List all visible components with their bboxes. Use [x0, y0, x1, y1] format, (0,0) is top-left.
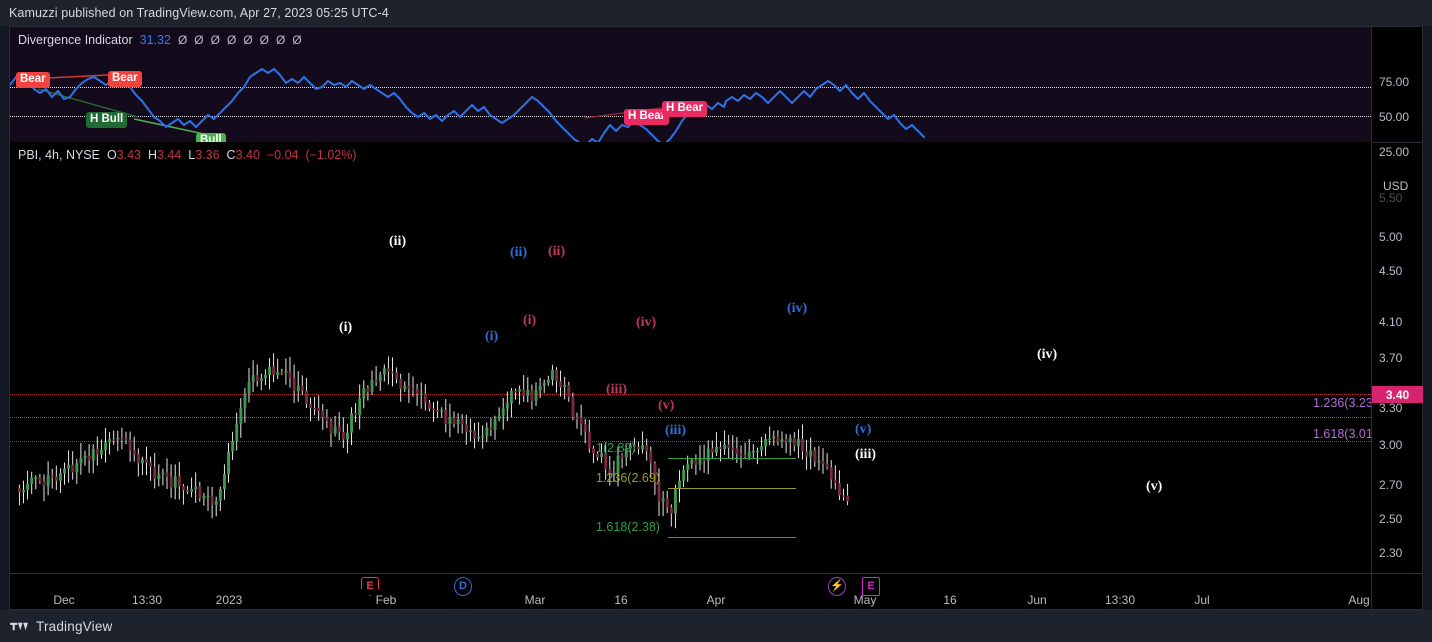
price-tick-410: 4.10	[1379, 315, 1403, 329]
left-edge-strip	[0, 26, 9, 610]
fib-label-left-2: 1.618(2.38)	[596, 520, 660, 534]
time-tick-8: 16	[943, 593, 957, 607]
fib-label-right-0: 1.236(3.23)	[1313, 396, 1371, 410]
price-tick-550: 5.50	[1379, 191, 1403, 205]
wave-label-10[interactable]: (iv)	[787, 301, 807, 317]
fib-line-left-2[interactable]	[668, 537, 796, 538]
wave-label-4[interactable]: (i)	[523, 313, 536, 329]
price-legend: PBI, 4h, NYSE O3.43 H3.44 L3.36 C3.40 −0…	[18, 148, 357, 162]
scale-divider	[1372, 142, 1423, 143]
time-tick-12: Aug	[1348, 593, 1370, 607]
candlestick-series	[18, 353, 850, 529]
indicator-value: 31.32	[139, 33, 171, 47]
price-tick-250: 2.50	[1379, 512, 1403, 526]
wave-label-13[interactable]: (iv)	[1037, 347, 1057, 363]
time-tick-9: Jun	[1027, 593, 1047, 607]
wave-label-2[interactable]: (i)	[485, 329, 498, 345]
time-tick-2: 2023	[215, 593, 243, 607]
divergence-tag-bear-1[interactable]: Bear	[108, 71, 142, 87]
divergence-tag-hbull-2[interactable]: H Bull	[86, 112, 128, 128]
event-marker-D-1[interactable]: D	[454, 577, 472, 596]
tradingview-logo-icon	[10, 622, 28, 630]
wave-label-11[interactable]: (v)	[855, 422, 871, 438]
event-marker-E-3[interactable]: E	[862, 577, 880, 596]
time-tick-11: Jul	[1194, 593, 1210, 607]
price-tick-270: 2.70	[1379, 478, 1403, 492]
wave-label-3[interactable]: (ii)	[510, 245, 527, 261]
time-tick-4: Mar	[524, 593, 546, 607]
wave-label-14[interactable]: (v)	[1146, 479, 1162, 495]
ohlc-close-label: C	[226, 148, 236, 162]
indicator-slot-6: Ø	[276, 33, 286, 47]
price-tick-300: 3.00	[1379, 438, 1403, 452]
price-tick-230: 2.30	[1379, 546, 1403, 560]
ohlc-high-label: H	[147, 148, 157, 162]
change-value: −0.04	[266, 148, 299, 162]
indicator-slot-4: Ø	[243, 33, 253, 47]
wave-label-1[interactable]: (ii)	[389, 234, 406, 250]
indicator-tick-75: 75.00	[1379, 75, 1410, 89]
publish-text: Kamuzzi published on TradingView.com, Ap…	[9, 6, 389, 20]
symbol-label: PBI, 4h, NYSE	[18, 148, 100, 162]
indicator-slot-3: Ø	[226, 33, 237, 47]
change-percent: (−1.02%)	[305, 148, 357, 162]
fib-label-left-0: 1(2.89)	[596, 441, 636, 455]
price-tick-330: 3.30	[1379, 401, 1403, 415]
wave-label-0[interactable]: (i)	[339, 320, 352, 336]
indicator-tick-50: 50.00	[1379, 110, 1410, 124]
time-scale-divider	[1371, 574, 1372, 610]
time-scale[interactable]: Dec 13:30 2023 Feb Mar 16 Apr May 16 Jun 13:30 Jul A…	[10, 573, 1422, 610]
indicator-slot-7: Ø	[292, 33, 302, 47]
price-tick-450: 4.50	[1379, 264, 1403, 278]
event-marker-E-0[interactable]: E	[361, 577, 379, 596]
fib-label-left-1: 1.236(2.69)	[596, 471, 660, 485]
publish-bar: Kamuzzi published on TradingView.com, Ap…	[0, 0, 1432, 26]
wave-label-6[interactable]: (iii)	[606, 382, 627, 398]
indicator-tick-25: 25.00	[1379, 145, 1410, 159]
event-marker-bolt-2[interactable]: ⚡	[828, 577, 846, 596]
price-scale[interactable]: 75.00 50.00 25.00 USD 5.50 5.00 4.50 4.1…	[1371, 27, 1423, 588]
fib-line-left-0[interactable]	[668, 458, 796, 459]
wave-label-9[interactable]: (iii)	[665, 423, 686, 439]
time-tick-6: Apr	[706, 593, 726, 607]
brand-label: TradingView	[36, 618, 113, 634]
indicator-legend: Divergence Indicator 31.32 Ø Ø Ø Ø Ø Ø Ø…	[18, 33, 302, 47]
indicator-title: Divergence Indicator	[18, 33, 133, 47]
fib-label-right-1: 1.618(3.01)	[1313, 427, 1371, 441]
wave-label-12[interactable]: (iii)	[855, 447, 876, 463]
wave-label-8[interactable]: (v)	[658, 398, 674, 414]
wave-label-5[interactable]: (ii)	[548, 244, 565, 260]
ohlc-open-label: O	[106, 148, 117, 162]
time-tick-1: 13:30	[131, 593, 163, 607]
divergence-tag-bull-3[interactable]: Bull	[196, 133, 226, 142]
indicator-pane[interactable]: Divergence Indicator 31.32 Ø Ø Ø Ø Ø Ø Ø…	[10, 27, 1371, 142]
ohlc-low-value: 3.36	[195, 148, 220, 162]
bottom-bar: TradingView	[0, 610, 1432, 642]
fib-line-left-1[interactable]	[668, 488, 796, 489]
price-tick-370: 3.70	[1379, 351, 1403, 365]
indicator-slot-1: Ø	[194, 33, 204, 47]
tradingview-chart-screenshot: Kamuzzi published on TradingView.com, Ap…	[0, 0, 1432, 642]
price-pane[interactable]: PBI, 4h, NYSE O3.43 H3.44 L3.36 C3.40 −0…	[10, 143, 1371, 573]
ohlc-close-value: 3.40	[235, 148, 260, 162]
divergence-tag-bear-0[interactable]: Bear	[16, 72, 50, 88]
ohlc-open-value: 3.43	[116, 148, 142, 162]
time-tick-5: 16	[614, 593, 628, 607]
ohlc-high-value: 3.44	[157, 148, 182, 162]
price-tick-500: 5.00	[1379, 230, 1403, 244]
time-tick-0: Dec	[53, 593, 75, 607]
divergence-tag-hbear-5[interactable]: H Bear	[662, 101, 708, 117]
indicator-slot-2: Ø	[210, 33, 220, 47]
indicator-slot-0: Ø	[177, 33, 188, 47]
time-tick-10: 13:30	[1104, 593, 1136, 607]
indicator-slot-5: Ø	[259, 33, 269, 47]
chart-frame: Divergence Indicator 31.32 Ø Ø Ø Ø Ø Ø Ø…	[9, 26, 1423, 610]
wave-label-7[interactable]: (iv)	[636, 315, 656, 331]
